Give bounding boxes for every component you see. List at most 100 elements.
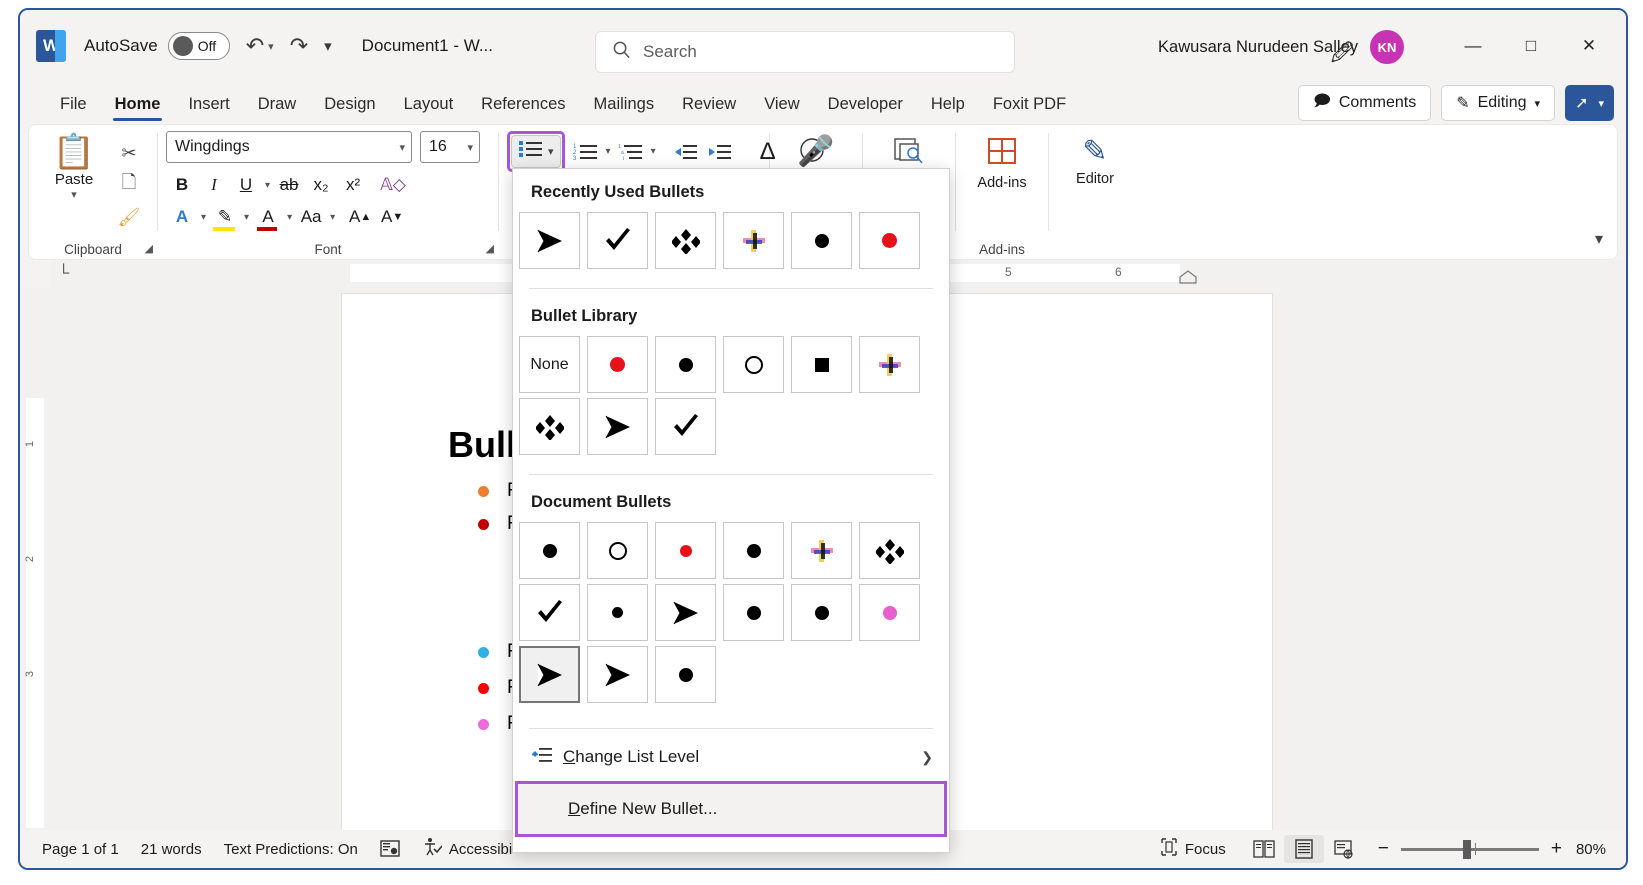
close-button[interactable]: ✕ xyxy=(1560,24,1618,68)
text-predictions-status[interactable]: Text Predictions: On xyxy=(224,841,358,858)
collapse-ribbon-chevron-down-icon[interactable]: ▾ xyxy=(1595,229,1603,249)
bullet-option-none[interactable]: None xyxy=(519,336,580,393)
change-case-chevron-down-icon[interactable]: ▾ xyxy=(327,212,338,223)
bullet-option-black-square[interactable] xyxy=(791,336,852,393)
document-title[interactable]: Document1 - W... xyxy=(362,36,493,56)
tab-help[interactable]: Help xyxy=(917,91,979,124)
bullets-button[interactable]: ▾ xyxy=(511,135,561,168)
tab-draw[interactable]: Draw xyxy=(244,91,311,124)
tab-stop-icon[interactable]: └ xyxy=(58,265,69,283)
chevron-down-icon[interactable]: ▾ xyxy=(467,141,473,154)
paste-chevron-down-icon[interactable]: ▾ xyxy=(71,188,77,201)
editor-button[interactable]: ✎ Editor xyxy=(1076,131,1114,188)
vertical-ruler[interactable]: 1 2 3 xyxy=(20,288,50,844)
bullet-option-red-circle[interactable] xyxy=(859,212,920,269)
clipboard-dialog-launcher-icon[interactable]: ◢ xyxy=(145,242,153,255)
share-chevron-down-icon[interactable]: ▾ xyxy=(1598,97,1604,110)
underline-chevron-down-icon[interactable]: ▾ xyxy=(262,180,273,191)
numbering-chevron-down-icon[interactable]: ▾ xyxy=(603,146,614,157)
share-button[interactable]: ➚ ▾ xyxy=(1565,85,1614,121)
text-effects-chevron-down-icon[interactable]: ▾ xyxy=(198,212,209,223)
subscript-button[interactable]: x₂ xyxy=(305,169,337,201)
autosave-toggle[interactable]: Off xyxy=(167,32,230,60)
bold-button[interactable]: B xyxy=(166,169,198,201)
tab-review[interactable]: Review xyxy=(668,91,750,124)
customize-quick-access-chevron-down-icon[interactable]: ▾ xyxy=(324,37,332,55)
bullet-option-colored-cross[interactable] xyxy=(859,336,920,393)
editing-mode-button[interactable]: ✎ Editing ▾ xyxy=(1441,85,1556,121)
change-case-button[interactable]: Aa xyxy=(295,201,327,233)
font-dialog-launcher-icon[interactable]: ◢ xyxy=(486,242,494,255)
minimize-button[interactable]: — xyxy=(1444,24,1502,68)
highlight-chevron-down-icon[interactable]: ▾ xyxy=(241,212,252,223)
tab-developer[interactable]: Developer xyxy=(814,91,917,124)
tab-file[interactable]: File xyxy=(46,91,101,124)
bullet-option-open-circle[interactable] xyxy=(723,336,784,393)
multilevel-chevron-down-icon[interactable]: ▾ xyxy=(648,146,659,157)
define-new-bullet-menu-item[interactable]: Define New Bullet... xyxy=(515,781,947,837)
tab-home[interactable]: Home xyxy=(101,91,175,124)
bullet-option-four-diamonds[interactable] xyxy=(519,398,580,455)
tab-view[interactable]: View xyxy=(750,91,813,124)
copy-button[interactable]: 🗋 xyxy=(111,169,147,201)
add-ins-button[interactable]: Add-ins xyxy=(977,131,1027,192)
paste-button[interactable]: 📋 Paste ▾ xyxy=(37,131,111,233)
bullet-option-black-circle[interactable] xyxy=(723,522,784,579)
underline-button[interactable]: U xyxy=(230,169,262,201)
bullet-option-small-black-circle[interactable] xyxy=(587,584,648,641)
text-highlight-icon[interactable]: ✎ xyxy=(209,201,241,233)
chevron-down-icon[interactable]: ▾ xyxy=(1535,97,1541,110)
tab-references[interactable]: References xyxy=(467,91,579,124)
bullet-option-open-circle[interactable] xyxy=(587,522,648,579)
superscript-button[interactable]: x² xyxy=(337,169,369,201)
tab-layout[interactable]: Layout xyxy=(390,91,468,124)
bullet-option-arrowhead-outline[interactable] xyxy=(587,646,648,703)
bullet-option-black-circle[interactable] xyxy=(655,646,716,703)
redo-icon[interactable]: ↷ xyxy=(290,33,308,59)
chevron-right-icon[interactable]: ❯ xyxy=(921,749,933,766)
strikethrough-button[interactable]: ab xyxy=(273,169,305,201)
focus-mode-button[interactable]: Focus xyxy=(1160,837,1226,861)
page-info[interactable]: Page 1 of 1 xyxy=(42,841,119,858)
read-mode-button[interactable] xyxy=(1244,835,1284,863)
comments-button[interactable]: 🗩 Comments xyxy=(1298,85,1432,121)
bullet-option-red-circle[interactable] xyxy=(655,522,716,579)
bullet-option-four-diamonds[interactable] xyxy=(859,522,920,579)
bullet-option-colored-cross[interactable] xyxy=(723,212,784,269)
italic-button[interactable]: I xyxy=(198,169,230,201)
shrink-font-button[interactable]: A ▼ xyxy=(376,201,408,233)
bullet-option-arrowhead-outline[interactable] xyxy=(587,398,648,455)
ribbon-display-pen-icon[interactable]: 🖉 xyxy=(1331,36,1354,74)
print-layout-button[interactable] xyxy=(1283,835,1324,863)
bullet-option-black-circle[interactable] xyxy=(791,212,852,269)
font-name-select[interactable]: Wingdings ▾ xyxy=(166,131,412,163)
proofing-icon[interactable] xyxy=(380,840,400,858)
decrease-indent-button[interactable] xyxy=(669,135,703,169)
tab-mailings[interactable]: Mailings xyxy=(580,91,669,124)
increase-indent-button[interactable] xyxy=(703,135,737,169)
zoom-track[interactable] xyxy=(1400,839,1539,859)
bullet-option-black-circle[interactable] xyxy=(791,584,852,641)
text-effects-icon[interactable]: A xyxy=(166,201,198,233)
bullet-option-checkmark[interactable] xyxy=(587,212,648,269)
zoom-out-button[interactable]: − xyxy=(1378,838,1389,860)
accessibility-status[interactable]: Accessibi xyxy=(422,837,512,861)
font-size-select[interactable]: 16 ▾ xyxy=(420,131,480,163)
bullet-option-black-circle[interactable] xyxy=(655,336,716,393)
change-list-level-menu-item[interactable]: Change List Level ❯ xyxy=(513,733,949,781)
bullet-option-black-circle[interactable] xyxy=(723,584,784,641)
zoom-in-button[interactable]: + xyxy=(1551,838,1562,860)
zoom-level[interactable]: 80% xyxy=(1576,841,1606,858)
bullet-option-arrowhead-outline[interactable] xyxy=(655,584,716,641)
font-color-chevron-down-icon[interactable]: ▾ xyxy=(284,212,295,223)
maximize-button[interactable]: □ xyxy=(1502,24,1560,68)
bullet-option-black-circle[interactable] xyxy=(519,522,580,579)
clear-formatting-icon[interactable]: 𝔸◇ xyxy=(377,169,409,201)
undo-dropdown-chevron-down-icon[interactable]: ▾ xyxy=(268,40,274,53)
cut-button[interactable]: ✂ xyxy=(111,137,147,169)
font-color-icon[interactable]: A xyxy=(252,201,284,233)
right-indent-marker[interactable] xyxy=(1178,270,1198,284)
bullet-option-checkmark[interactable] xyxy=(519,584,580,641)
chevron-down-icon[interactable]: ▾ xyxy=(399,141,405,154)
grow-font-button[interactable]: A ▲ xyxy=(344,201,376,233)
